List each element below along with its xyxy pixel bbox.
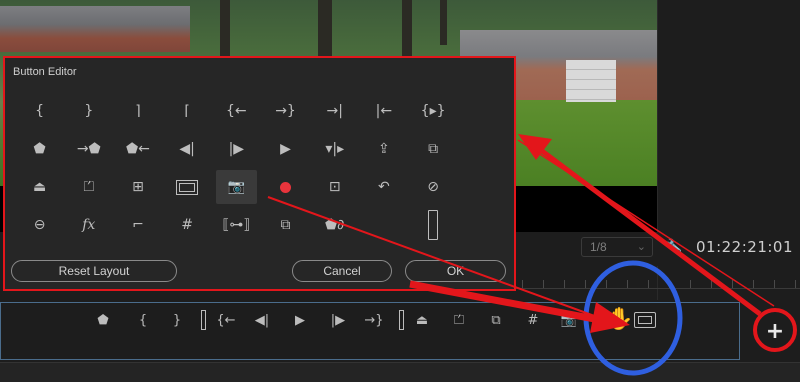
playhead-timecode[interactable]: 01:22:21:01 — [696, 238, 793, 256]
play-in-to-out-icon[interactable]: {▸} — [409, 92, 458, 130]
fx-icon[interactable]: fx — [64, 206, 113, 244]
extract-icon[interactable]: ⏍ — [64, 168, 113, 206]
step-forward-icon[interactable]: |▶ — [326, 305, 350, 335]
ruler-tick — [732, 280, 733, 288]
tree-trunk — [402, 0, 412, 60]
button-editor-dialog: Button Editor {} ⌉ ⌈ {← →} →| |← {▸} ⬟ →⬟ ⬟← ◀| |▶ ▶ ▾… — [3, 56, 516, 291]
comparison-view-icon[interactable]: ⧉ — [261, 206, 310, 244]
camera-icon[interactable]: 📷 — [557, 305, 581, 335]
ruler-tick — [627, 280, 628, 288]
chevron-down-icon: ⌄ — [636, 241, 646, 253]
ruler-tick — [690, 280, 691, 288]
garage-door-image — [566, 60, 616, 102]
cancel-button[interactable]: Cancel — [292, 260, 392, 282]
ok-button[interactable]: OK — [405, 260, 506, 282]
ruler-tick — [522, 280, 523, 288]
go-to-previous-edit-icon[interactable]: |← — [359, 92, 408, 130]
play-icon[interactable]: ▶ — [261, 130, 310, 168]
add-marker-icon[interactable]: ⬟ — [91, 305, 115, 335]
go-to-in-point-icon[interactable]: {← — [212, 92, 261, 130]
safe-margins-icon[interactable] — [633, 305, 657, 335]
bottom-panel-strip — [0, 362, 800, 382]
ruler-tick — [669, 280, 670, 288]
overwrite-icon[interactable]: ⧉ — [409, 130, 458, 168]
step-back-icon[interactable]: ◀| — [250, 305, 274, 335]
show-rulers-icon[interactable]: ⌐ — [113, 206, 162, 244]
hand-cursor-icon: ✋ — [606, 306, 634, 331]
lawn-image — [516, 100, 657, 186]
empty-slot — [458, 168, 507, 206]
lift-icon[interactable]: ⏏ — [410, 305, 434, 335]
add-button[interactable]: + — [762, 318, 788, 344]
insert-icon[interactable]: ⊞ — [113, 168, 162, 206]
ruler-tick — [564, 280, 565, 288]
zoom-level-select[interactable]: 1/8 ⌄ — [581, 237, 653, 257]
record-icon[interactable] — [261, 168, 310, 206]
ruler-tick — [585, 280, 586, 288]
ruler-tick — [774, 280, 775, 288]
show-guides-icon[interactable]: # — [521, 305, 545, 335]
extract-icon[interactable]: ⏍ — [447, 305, 471, 335]
mark-in-icon[interactable]: { — [131, 305, 155, 335]
button-grid: {} ⌉ ⌈ {← →} →| |← {▸} ⬟ →⬟ ⬟← ◀| |▶ ▶ ▾|▸ ⇪ ⧉ ⏏ ⏍ ⊞ 📷 ⊡ ↶ ⊘ ⊖ fx… — [15, 92, 507, 244]
empty-slot — [359, 206, 408, 244]
go-to-in-icon[interactable]: {← — [214, 305, 238, 335]
empty-slot — [458, 92, 507, 130]
time-ruler[interactable] — [516, 266, 800, 296]
step-back-icon[interactable]: ◀| — [163, 130, 212, 168]
safe-margins-icon[interactable] — [163, 168, 212, 206]
ruler-tick — [543, 280, 544, 288]
loop-icon[interactable]: ↶ — [359, 168, 408, 206]
export-frame-share-icon[interactable]: ⇪ — [359, 130, 408, 168]
go-to-out-icon[interactable]: →} — [362, 305, 386, 335]
ruler-tick — [753, 280, 754, 288]
add-marker-icon[interactable]: ⬟ — [15, 130, 64, 168]
comparison-view-icon[interactable]: ⧉ — [484, 305, 508, 335]
spacer-icon[interactable] — [191, 305, 215, 335]
ruler-tick — [795, 280, 796, 288]
go-to-in-icon[interactable]: ⌈ — [163, 92, 212, 130]
mark-out-icon[interactable]: } — [64, 92, 113, 130]
mark-clip-icon[interactable]: ⌉ — [113, 92, 162, 130]
ruler-tick — [606, 280, 607, 288]
play-icon[interactable]: ▶ — [288, 305, 312, 335]
shuttle-icon[interactable]: ▾|▸ — [310, 130, 359, 168]
zoom-level-value: 1/8 — [590, 240, 607, 254]
empty-slot — [458, 130, 507, 168]
mark-out-icon[interactable]: } — [165, 305, 189, 335]
go-to-previous-marker-icon[interactable]: ⬟← — [113, 130, 162, 168]
show-guides-icon[interactable]: # — [163, 206, 212, 244]
reset-layout-button[interactable]: Reset Layout — [11, 260, 177, 282]
tree-trunk — [220, 0, 230, 60]
ruler-tick — [648, 280, 649, 288]
vr-video-icon[interactable]: ⊖ — [15, 206, 64, 244]
multi-camera-icon[interactable]: ⊡ — [310, 168, 359, 206]
house-left-image — [0, 6, 190, 52]
mark-in-icon[interactable]: { — [15, 92, 64, 130]
camera-icon[interactable]: 📷 — [215, 170, 257, 204]
snap-in-program-icon[interactable]: ⟦⊶⟧ — [212, 206, 261, 244]
dialog-title: Button Editor — [13, 66, 77, 78]
empty-slot — [458, 206, 507, 244]
lift-icon[interactable]: ⏏ — [15, 168, 64, 206]
ruler-tick — [711, 280, 712, 288]
spacer-icon[interactable] — [409, 206, 458, 244]
go-to-next-edit-icon[interactable]: →| — [310, 92, 359, 130]
go-to-next-marker-icon[interactable]: →⬟ — [64, 130, 113, 168]
step-forward-icon[interactable]: |▶ — [212, 130, 261, 168]
tree-trunk — [440, 0, 447, 45]
go-to-out-point-icon[interactable]: →} — [261, 92, 310, 130]
settings-wrench-icon[interactable]: 🔧 — [666, 238, 682, 254]
global-fx-mute-icon[interactable]: ⬟∂ — [310, 206, 359, 244]
toggle-proxies-icon[interactable]: ⊘ — [409, 168, 458, 206]
tree-trunk — [318, 0, 332, 60]
